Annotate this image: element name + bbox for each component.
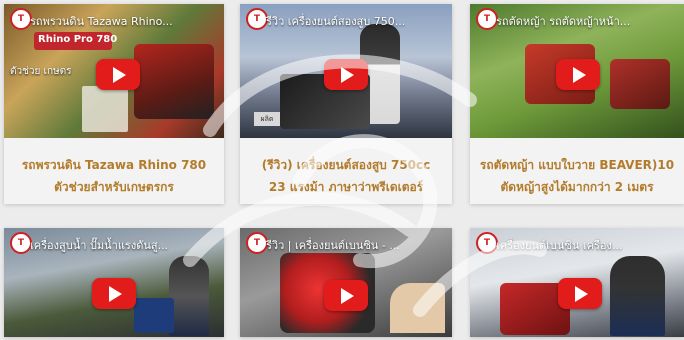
video-title[interactable]: รีวิว เครื่องยนต์สองสูบ 750... — [266, 12, 444, 30]
video-caption-line1[interactable]: รถพรวนดิน Tazawa Rhino 780 — [4, 154, 224, 176]
video-thumbnail[interactable]: T รถตัดหญ้า รถตัดหญ้าหน้า... — [470, 4, 684, 138]
video-card[interactable]: T เครื่องสูบน้ำ ปั๊มน้ำแรงดันสู... — [4, 228, 224, 337]
channel-avatar[interactable]: T — [10, 8, 32, 30]
video-thumbnail[interactable]: T รีวิว | เครื่องยนต์เบนซิน - ... — [240, 228, 452, 337]
video-thumbnail[interactable]: ผลิต T รีวิว เครื่องยนต์สองสูบ 750... — [240, 4, 452, 138]
video-thumbnail[interactable]: T เครื่องสูบน้ำ ปั๊มน้ำแรงดันสู... — [4, 228, 224, 337]
channel-avatar[interactable]: T — [246, 232, 268, 254]
video-caption-line2[interactable]: 23 แรงม้า ภาษาว่าพรีเดเตอร์ — [240, 176, 452, 198]
video-card[interactable]: T รีวิว | เครื่องยนต์เบนซิน - ... — [240, 228, 452, 337]
play-icon[interactable] — [92, 278, 136, 309]
video-caption-line2[interactable]: ตัวช่วยสำหรับเกษตรกร — [4, 176, 224, 198]
video-caption-line1[interactable]: (รีวิว) เครื่องยนต์สองสูบ 750cc — [240, 154, 452, 176]
video-title[interactable]: รีวิว | เครื่องยนต์เบนซิน - ... — [266, 236, 444, 254]
video-thumbnail[interactable]: T เครื่องยนต์เบนซิน เครื่อง... — [470, 228, 684, 337]
play-icon[interactable] — [558, 278, 602, 309]
play-icon[interactable] — [324, 280, 368, 311]
channel-avatar[interactable]: T — [10, 232, 32, 254]
play-icon[interactable] — [96, 59, 140, 90]
channel-avatar[interactable]: T — [476, 8, 498, 30]
video-card[interactable]: Rhino Pro 780 ตัวช่วย เกษตร T รถพรวนดิน … — [4, 4, 224, 204]
video-title[interactable]: รถพรวนดิน Tazawa Rhino... — [30, 12, 216, 30]
video-card[interactable]: T เครื่องยนต์เบนซิน เครื่อง... — [470, 228, 684, 337]
video-caption-line2[interactable]: ตัดหญ้าสูงได้มากกว่า 2 เมตร — [470, 176, 684, 198]
channel-avatar[interactable]: T — [476, 232, 498, 254]
video-card[interactable]: T รถตัดหญ้า รถตัดหญ้าหน้า... รถตัดหญ้า แ… — [470, 4, 684, 204]
channel-avatar[interactable]: T — [246, 8, 268, 30]
video-title[interactable]: เครื่องสูบน้ำ ปั๊มน้ำแรงดันสู... — [30, 236, 216, 254]
video-caption-line1[interactable]: รถตัดหญ้า แบบใบวาย BEAVER)10 — [470, 154, 684, 176]
overlay-text: ตัวช่วย เกษตร — [10, 66, 72, 77]
video-card[interactable]: ผลิต T รีวิว เครื่องยนต์สองสูบ 750... (ร… — [240, 4, 452, 204]
play-icon[interactable] — [556, 59, 600, 90]
overlay-brand: Rhino Pro 780 — [38, 34, 118, 45]
video-title[interactable]: รถตัดหญ้า รถตัดหญ้าหน้า... — [496, 12, 676, 30]
video-thumbnail[interactable]: Rhino Pro 780 ตัวช่วย เกษตร T รถพรวนดิน … — [4, 4, 224, 138]
play-icon[interactable] — [324, 59, 368, 90]
video-title[interactable]: เครื่องยนต์เบนซิน เครื่อง... — [496, 236, 676, 254]
